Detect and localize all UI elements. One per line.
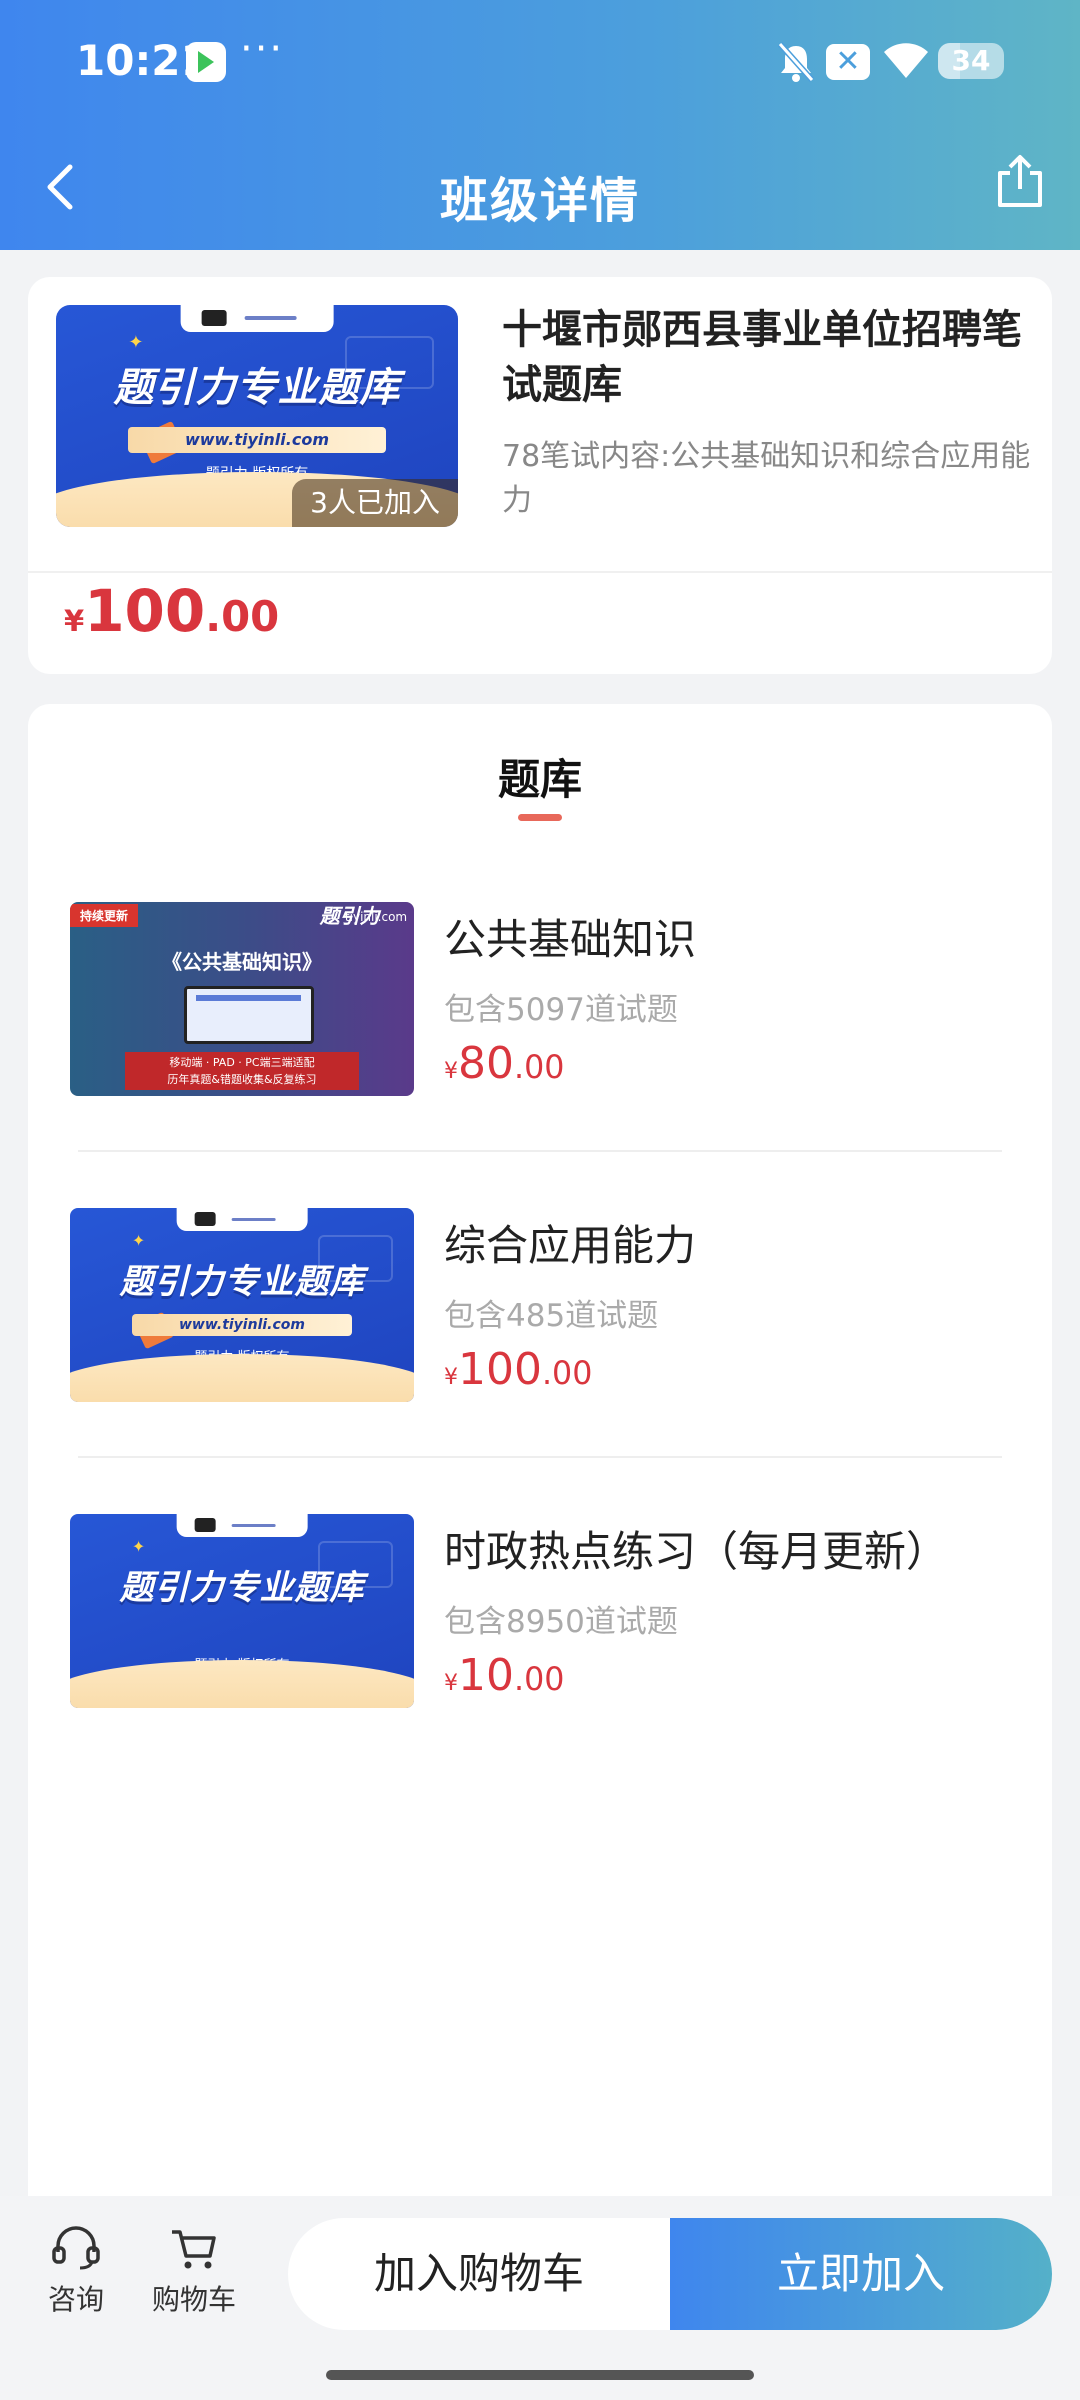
currency-symbol: ¥ [444, 1671, 458, 1696]
join-now-button[interactable]: 立即加入 [670, 2218, 1052, 2330]
currency-symbol: ¥ [444, 1059, 458, 1084]
currency-symbol: ¥ [64, 604, 85, 638]
cover-headline: 题引力专业题库 [113, 365, 401, 411]
price-decimal: .00 [514, 1662, 565, 1698]
wifi-icon [884, 43, 928, 78]
product-cover-image: ✦ 题引力专业题库 www.tiyinli.com 题引力 版权所有 3人已加入 [56, 305, 458, 527]
devices-illustration [183, 986, 315, 1044]
divider [28, 571, 1052, 573]
status-bar: 10:21 ··· ✕ 34 [0, 0, 1080, 125]
bank-item-application-ability[interactable]: ✦ 题引力专业题库 www.tiyinli.com 题引力 版权所有 综合应用能… [28, 1208, 1052, 1408]
item-cover-image: ✦ 题引力专业题库 题引力 版权所有 [70, 1514, 414, 1708]
cover-wave [70, 1659, 414, 1708]
consult-button[interactable]: 咨询 [40, 2226, 112, 2318]
item-price: ¥10.00 [444, 1650, 564, 1701]
cover-headline: 题引力专业题库 [119, 1568, 365, 1608]
price-decimal: .00 [514, 1050, 565, 1086]
cover-tab [176, 1514, 308, 1538]
cover-site: tiyinli.com [344, 910, 408, 924]
joined-count-badge: 3人已加入 [292, 479, 458, 527]
battery-icon: 34 [938, 43, 1004, 79]
item-divider [78, 1456, 1002, 1458]
video-app-icon [186, 42, 226, 82]
item-price: ¥80.00 [444, 1038, 564, 1089]
item-divider [78, 1150, 1002, 1152]
item-question-count: 包含5097道试题 [444, 992, 678, 1028]
cover-feature-bar: 移动端 · PAD · PC端三端适配 历年真题&错题收集&反复练习 [125, 1052, 359, 1090]
price-integer: 80 [458, 1038, 514, 1089]
item-cover-image: ✦ 题引力专业题库 www.tiyinli.com 题引力 版权所有 [70, 1208, 414, 1402]
mute-bell-icon [777, 42, 815, 82]
cover-feature-line: 历年真题&错题收集&反复练习 [167, 1073, 317, 1086]
price-decimal: .00 [205, 592, 280, 641]
bottom-action-bar: 咨询 购物车 加入购物车 立即加入 [0, 2196, 1080, 2400]
page-title: 班级详情 [439, 173, 640, 229]
cover-wave [70, 1353, 414, 1402]
sparkle-icon: ✦ [131, 1231, 146, 1251]
battery-percent: 34 [951, 44, 991, 77]
shopping-cart-icon [172, 2230, 216, 2269]
item-cover-image: 持续更新 题引力 tiyinli.com 《公共基础知识》 移动端 · PAD … [70, 902, 414, 1096]
question-bank-card: 题库 持续更新 题引力 tiyinli.com 《公共基础知识》 移动端 · P… [28, 704, 1052, 2249]
item-question-count: 包含485道试题 [444, 1298, 659, 1334]
item-name: 公共基础知识 [444, 915, 697, 964]
nav-bar: 班级详情 [0, 125, 1080, 250]
action-button-group: 加入购物车 立即加入 [288, 2218, 1052, 2330]
close-box-icon: ✕ [826, 44, 870, 80]
price-decimal: .00 [541, 1356, 593, 1392]
price-integer: 100 [84, 577, 206, 645]
bank-item-public-knowledge[interactable]: 持续更新 题引力 tiyinli.com 《公共基础知识》 移动端 · PAD … [28, 902, 1052, 1102]
cover-ribbon: 持续更新 [70, 904, 139, 927]
bank-item-current-affairs[interactable]: ✦ 题引力专业题库 题引力 版权所有 时政热点练习（每月更新） 包含8950道试… [28, 1514, 1052, 1714]
home-indicator[interactable] [326, 2370, 754, 2380]
cover-url: www.tiyinli.com [131, 1314, 353, 1336]
add-to-cart-button[interactable]: 加入购物车 [288, 2218, 670, 2330]
header: 10:21 ··· ✕ 34 班级详情 [0, 0, 1080, 250]
sparkle-icon: ✦ [131, 1537, 146, 1557]
product-card: ✦ 题引力专业题库 www.tiyinli.com 题引力 版权所有 3人已加入… [28, 277, 1052, 674]
price-integer: 10 [458, 1650, 514, 1701]
item-name: 时政热点练习（每月更新） [444, 1527, 949, 1576]
headset-icon [52, 2226, 100, 2270]
cover-feature-line: 移动端 · PAD · PC端三端适配 [169, 1056, 315, 1069]
product-title: 十堰市郧西县事业单位招聘笔试题库 [502, 307, 1022, 408]
item-question-count: 包含8950道试题 [444, 1604, 678, 1640]
cover-tab [180, 305, 334, 332]
tab-question-bank[interactable]: 题库 [28, 746, 1052, 807]
cover-url: www.tiyinli.com [128, 427, 386, 453]
price-integer: 100 [458, 1344, 542, 1395]
product-description: 78笔试内容:公共基础知识和综合应用能力 [502, 439, 1031, 518]
item-price: ¥100.00 [444, 1344, 592, 1395]
consult-label: 咨询 [47, 2283, 104, 2316]
item-name: 综合应用能力 [444, 1221, 697, 1270]
cart-button[interactable]: 购物车 [146, 2226, 242, 2318]
share-icon[interactable] [996, 153, 1044, 209]
cover-tab [176, 1208, 308, 1232]
currency-symbol: ¥ [444, 1365, 458, 1390]
tab-active-indicator [518, 814, 562, 821]
cart-label: 购物车 [151, 2283, 236, 2316]
cover-headline: 《公共基础知识》 [162, 950, 322, 974]
more-notifications-icon: ··· [240, 26, 285, 72]
cover-headline: 题引力专业题库 [119, 1262, 365, 1302]
sparkle-icon: ✦ [128, 331, 144, 353]
product-price: ¥100.00 [64, 577, 279, 645]
